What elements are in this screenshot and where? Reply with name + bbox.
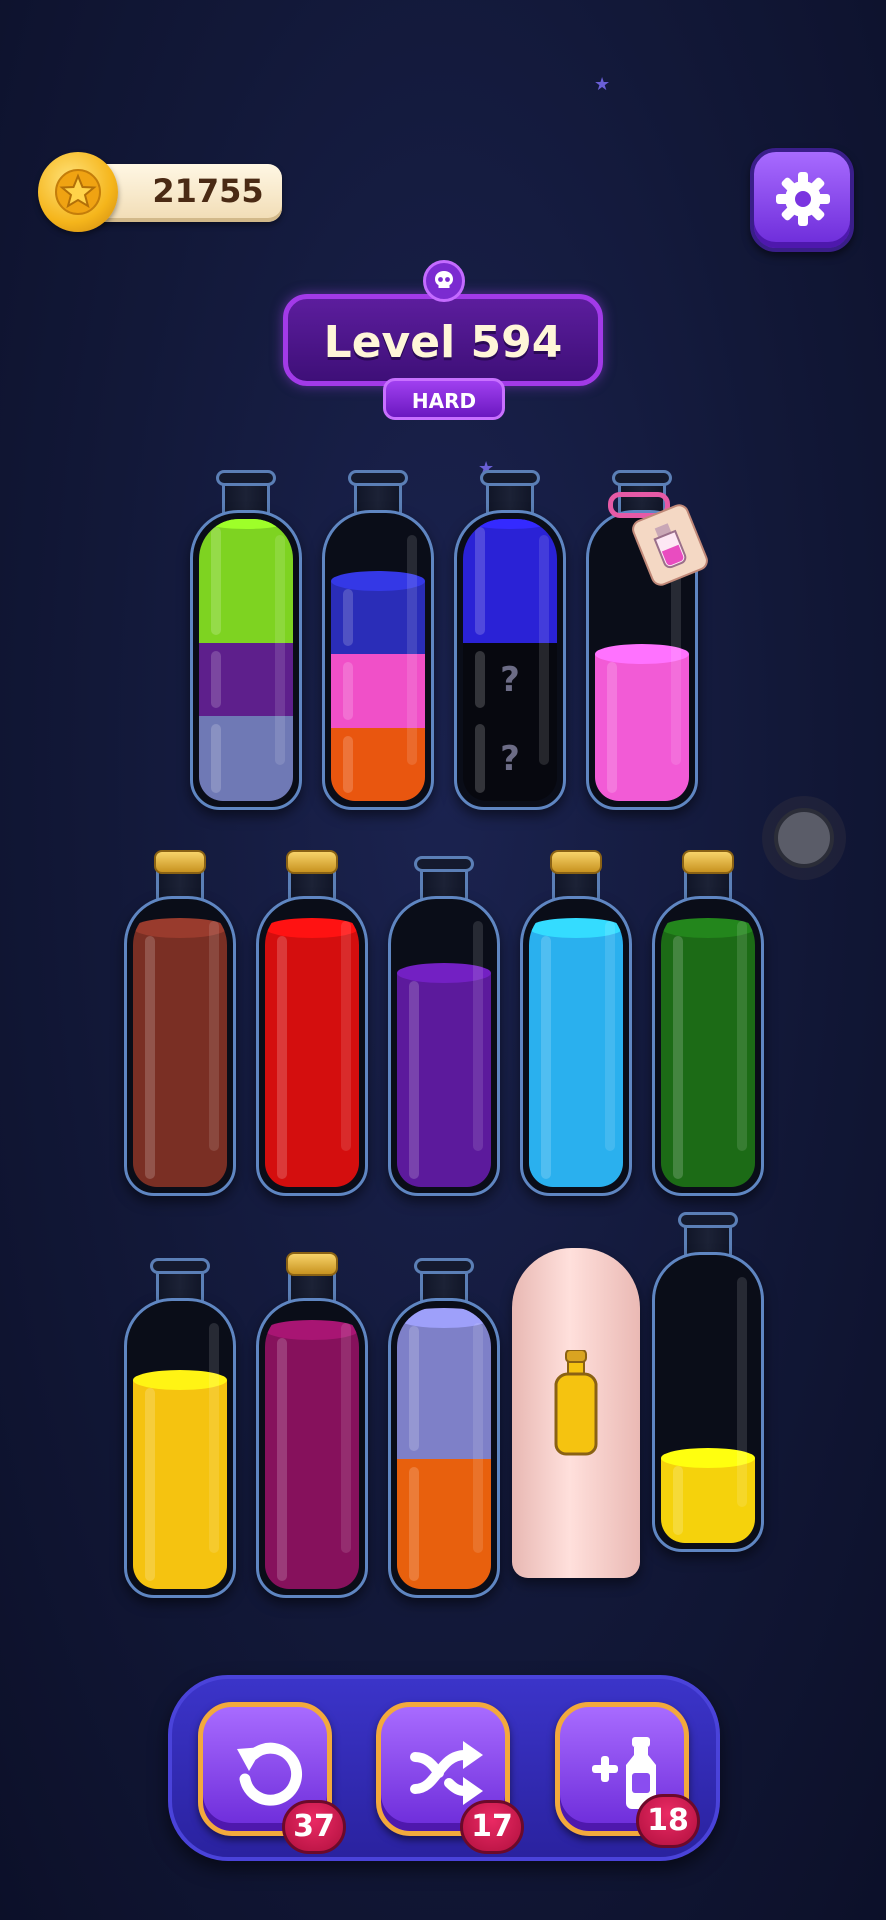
glass-shine	[737, 1277, 747, 1507]
bottle-body	[256, 1298, 368, 1598]
bottle-row1-3[interactable]: ??	[454, 470, 566, 810]
coin-counter: 21755	[38, 152, 286, 232]
glass-shine	[473, 921, 483, 1151]
bottle-body	[190, 510, 302, 810]
difficulty-badge: HARD	[383, 378, 505, 420]
bottle-row3-2[interactable]	[256, 1252, 368, 1598]
bottle-body	[256, 896, 368, 1196]
undo-icon	[237, 1742, 302, 1806]
bottle-row3-5[interactable]	[652, 1212, 764, 1552]
settings-button[interactable]	[750, 148, 854, 252]
joystick-overlay[interactable]	[762, 796, 846, 880]
bottle-rim	[414, 1258, 474, 1274]
glass-shine	[737, 921, 747, 1151]
bottle-rim	[414, 856, 474, 872]
star-coin-icon	[38, 152, 118, 232]
glass-shine	[605, 921, 615, 1151]
bottle-body	[520, 896, 632, 1196]
level-title: Level 594	[323, 317, 563, 368]
shuffle-count-badge: 17	[460, 1800, 524, 1854]
bottle-row1-2[interactable]	[322, 470, 434, 810]
cork-cap	[682, 850, 734, 874]
glass-shine	[539, 535, 549, 765]
coin-value: 21755	[152, 172, 264, 210]
difficulty-label: HARD	[411, 389, 477, 413]
cork-cap	[286, 1252, 338, 1276]
shuffle-icon	[410, 1741, 483, 1805]
glass-shine	[341, 921, 351, 1151]
glass-shine	[209, 1323, 219, 1553]
gear-icon	[776, 172, 830, 226]
bottle-body	[652, 896, 764, 1196]
yellow-bottle-hint-icon	[552, 1349, 600, 1458]
bottle-rim	[612, 470, 672, 486]
bottle-body	[388, 1298, 500, 1598]
add-bottle-count-badge: 18	[636, 1794, 700, 1848]
star-decoration: ★	[594, 74, 611, 95]
joystick-knob[interactable]	[774, 808, 834, 868]
bottle-row2-4[interactable]	[520, 850, 632, 1196]
glass-shine	[407, 535, 417, 765]
cork-cap	[286, 850, 338, 874]
bottle-body	[652, 1252, 764, 1552]
bottle-rim	[348, 470, 408, 486]
glass-shine	[473, 1323, 483, 1553]
glass-shine	[209, 921, 219, 1151]
bottle-body	[322, 510, 434, 810]
bottle-rim	[216, 470, 276, 486]
bottle-body	[124, 1298, 236, 1598]
level-banner: Level 594	[283, 294, 603, 386]
bottle-row2-5[interactable]	[652, 850, 764, 1196]
bottle-rim	[678, 1212, 738, 1228]
skull-icon	[423, 260, 465, 302]
bottle-body: ??	[454, 510, 566, 810]
glass-shine	[275, 535, 285, 765]
bottle-row3-1[interactable]	[124, 1258, 236, 1598]
bottle-row2-1[interactable]	[124, 850, 236, 1196]
bottle-row2-2[interactable]	[256, 850, 368, 1196]
undo-count-badge: 37	[282, 1800, 346, 1854]
bottle-row2-3[interactable]	[388, 856, 500, 1196]
bottle-rim	[150, 1258, 210, 1274]
bottle-body	[388, 896, 500, 1196]
cork-cap	[550, 850, 602, 874]
bottle-rim	[480, 470, 540, 486]
cork-cap	[154, 850, 206, 874]
glass-shine	[341, 1323, 351, 1553]
bottle-body	[124, 896, 236, 1196]
bottle-row1-1[interactable]	[190, 470, 302, 810]
bottle-row3-3[interactable]	[388, 1258, 500, 1598]
